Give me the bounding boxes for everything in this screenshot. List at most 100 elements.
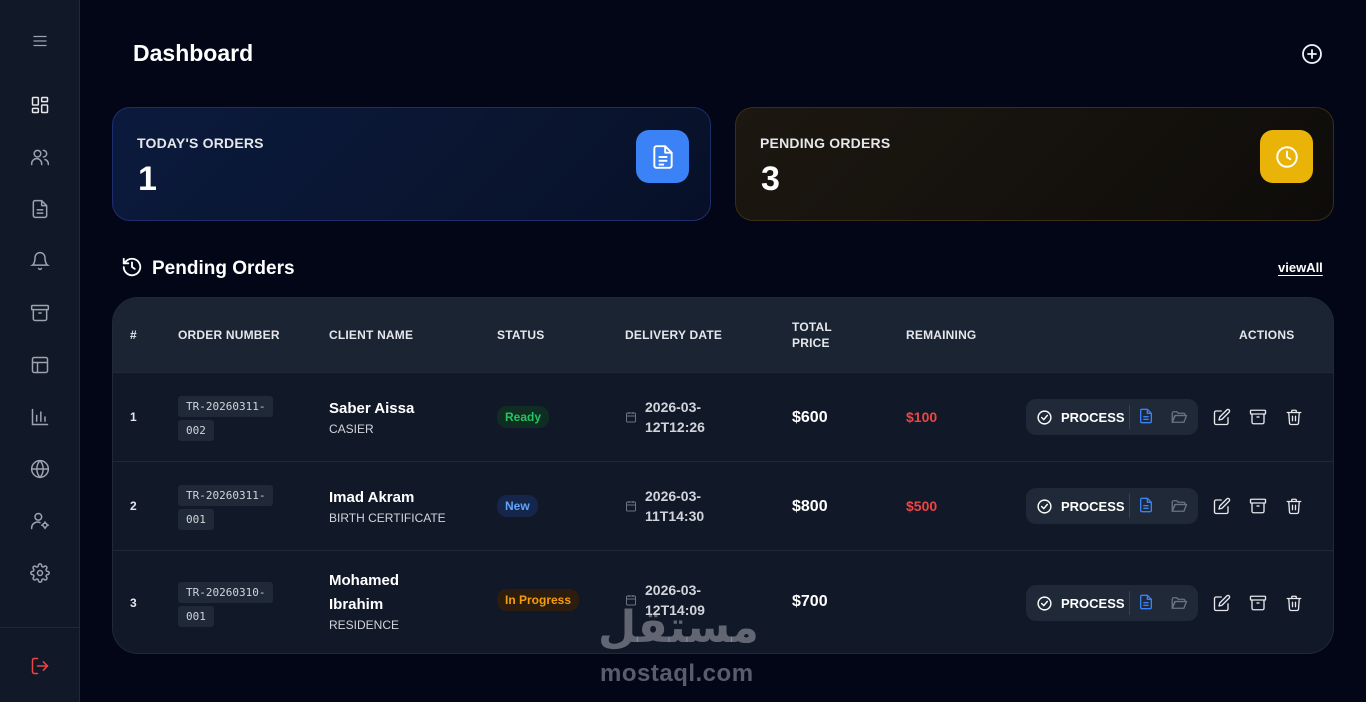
watermark-latin: mostaql.com [600,660,754,687]
dashboard-icon[interactable] [28,93,52,117]
trash-icon[interactable] [1285,594,1303,612]
document-icon[interactable] [28,197,52,221]
status-cell: New [497,495,538,517]
column-header-total-price-line2: PRICE [792,336,830,350]
status-badge: In Progress [497,589,580,611]
file-icon[interactable] [1138,408,1156,426]
row-index: 2 [130,499,137,513]
calendar-icon [625,500,637,512]
archive-icon[interactable] [1249,408,1267,426]
card-value: 3 [761,160,780,198]
column-header-actions: ACTIONS [1239,328,1295,342]
delivery-date-line2: 12T12:26 [645,419,705,435]
orders-table: # ORDER NUMBER CLIENT NAME STATUS DELIVE… [112,297,1334,654]
calendar-icon [625,411,637,423]
bell-icon[interactable] [28,249,52,273]
order-number-line1: TR-20260311- [178,485,274,506]
process-button[interactable]: PROCESS [1026,585,1129,621]
bar-chart-icon[interactable] [28,405,52,429]
card-label: TODAY'S ORDERS [137,135,264,151]
order-number: TR-20260311- 001 [178,484,274,532]
client-name-line2: Ibrahim [329,596,384,613]
divider [1129,591,1130,615]
trash-icon[interactable] [1285,408,1303,426]
file-icon[interactable] [1138,497,1156,515]
client-service-type: CASIER [329,422,374,436]
order-number-line1: TR-20260310- [178,582,274,603]
file-icon[interactable] [1138,594,1156,612]
column-header-remaining: REMAINING [906,328,977,342]
client-info: Saber Aissa CASIER [329,397,414,437]
clock-icon [1260,130,1313,183]
action-group: PROCESS [1026,399,1198,435]
column-header-status: STATUS [497,328,545,342]
edit-icon[interactable] [1213,408,1231,426]
row-index: 3 [130,596,137,610]
menu-icon[interactable] [28,29,52,53]
divider [1129,405,1130,429]
globe-icon[interactable] [28,457,52,481]
delivery-date-line2: 11T14:30 [645,508,705,524]
process-label: PROCESS [1061,409,1125,425]
delivery-date: 2026-03- 11T14:30 [645,486,704,526]
action-group: PROCESS [1026,585,1198,621]
table-row: 2 TR-20260311- 001 Imad Akram BIRTH CERT… [113,461,1333,550]
sidebar-divider [0,627,79,628]
remaining-amount: $100 [906,409,938,425]
settings-icon[interactable] [28,561,52,585]
process-label: PROCESS [1061,595,1125,611]
pending-orders-card: PENDING ORDERS 3 [735,107,1334,221]
archive-icon[interactable] [28,301,52,325]
section-title: Pending Orders [152,258,295,279]
client-name: Imad Akram [329,489,415,506]
card-label: PENDING ORDERS [760,135,891,151]
view-all-link[interactable]: viewAll [1278,260,1323,275]
archive-icon[interactable] [1249,497,1267,515]
edit-icon[interactable] [1213,497,1231,515]
folder-open-icon[interactable] [1170,497,1188,515]
total-price: $700 [792,593,828,610]
order-number-line1: TR-20260311- [178,396,274,417]
logout-icon[interactable] [28,654,52,678]
users-icon[interactable] [28,145,52,169]
folder-open-icon[interactable] [1170,594,1188,612]
client-name: Saber Aissa [329,400,415,417]
action-group: PROCESS [1026,488,1198,524]
delivery-date-line1: 2026-03- [645,582,702,598]
client-service-type: BIRTH CERTIFICATE [329,511,446,525]
layout-icon[interactable] [28,353,52,377]
check-circle-icon [1037,498,1052,514]
status-cell: Ready [497,406,550,428]
process-button[interactable]: PROCESS [1026,399,1129,435]
check-circle-icon [1037,409,1052,425]
order-number: TR-20260311- 002 [178,395,274,443]
status-badge: Ready [497,406,550,428]
column-header-client-name: CLIENT NAME [329,328,414,342]
column-header-index: # [130,328,137,342]
table-row: 1 TR-20260311- 002 Saber Aissa CASIER Re… [113,372,1333,461]
status-badge: New [497,495,538,517]
edit-icon[interactable] [1213,594,1231,612]
divider [1129,494,1130,518]
total-price: $800 [792,498,828,515]
delivery-date-line1: 2026-03- [645,399,702,415]
order-number-line2: 002 [178,420,214,441]
user-settings-icon[interactable] [28,509,52,533]
archive-icon[interactable] [1249,594,1267,612]
row-index: 1 [130,410,137,424]
process-button[interactable]: PROCESS [1026,488,1129,524]
client-service-type: RESIDENCE [329,618,400,632]
client-name: Mohamed [329,572,400,589]
client-info: Mohamed Ibrahim RESIDENCE [329,569,399,633]
column-header-order-number: ORDER NUMBER [178,328,280,342]
document-icon [636,130,689,183]
column-header-delivery-date: DELIVERY DATE [625,328,723,342]
status-cell: In Progress [497,589,580,611]
add-icon[interactable] [1300,42,1324,66]
todays-orders-card: TODAY'S ORDERS 1 [112,107,711,221]
column-header-total-price: TOTAL PRICE [792,319,832,351]
trash-icon[interactable] [1285,497,1303,515]
folder-open-icon[interactable] [1170,408,1188,426]
check-circle-icon [1037,595,1052,611]
column-header-total-price-line1: TOTAL [792,320,832,334]
